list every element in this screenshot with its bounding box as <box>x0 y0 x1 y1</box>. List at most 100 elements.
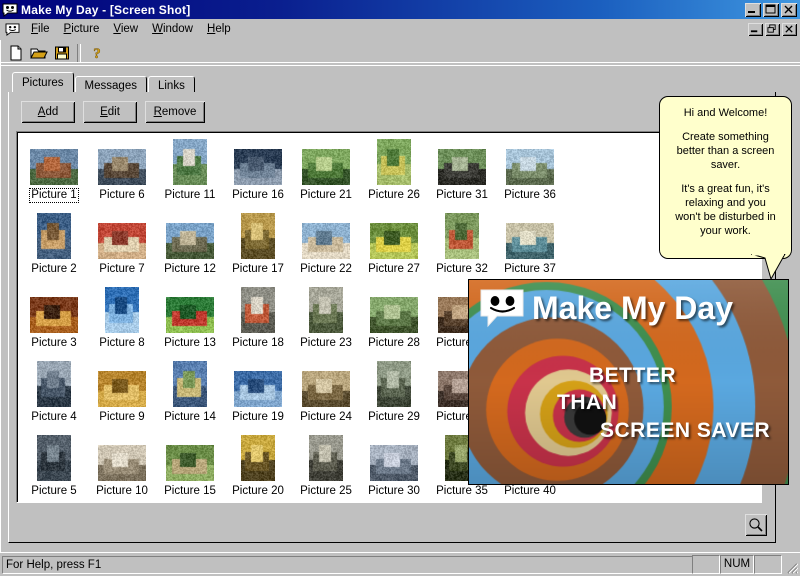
picture-item[interactable]: Picture 12 <box>157 211 223 276</box>
picture-caption: Picture 26 <box>368 189 420 201</box>
picture-item[interactable]: Picture 4 <box>21 359 87 424</box>
picture-item[interactable]: Picture 3 <box>21 285 87 350</box>
picture-item[interactable]: Picture 21 <box>293 137 359 202</box>
picture-caption: Picture 31 <box>436 189 488 201</box>
picture-item[interactable]: Picture 23 <box>293 285 359 350</box>
picture-caption: Picture 12 <box>164 263 216 275</box>
picture-item[interactable]: Picture 31 <box>429 137 495 202</box>
picture-thumbnail-holder <box>21 137 87 185</box>
picture-caption: Picture 19 <box>232 411 284 423</box>
picture-caption: Picture 21 <box>300 189 352 201</box>
menu-item-file[interactable]: File <box>24 21 57 37</box>
picture-item[interactable]: Picture 19 <box>225 359 291 424</box>
picture-item[interactable]: Picture 8 <box>89 285 155 350</box>
welcome-speech-bubble[interactable]: Hi and Welcome! Create something better th… <box>659 96 792 280</box>
picture-item[interactable]: Picture 5 <box>21 433 87 498</box>
picture-thumbnail <box>377 139 411 185</box>
splash-title: Make My Day <box>532 289 733 326</box>
picture-thumbnail <box>506 149 554 185</box>
close-button[interactable] <box>781 2 797 17</box>
picture-thumbnail <box>309 435 343 481</box>
picture-thumbnail-holder <box>361 433 427 481</box>
picture-thumbnail-holder <box>89 137 155 185</box>
edit-button[interactable]: Edit <box>83 101 137 123</box>
bubble-text-line: won't be disturbed in <box>675 211 776 223</box>
make-my-day-splash-image[interactable]: Make My Day BETTER THAN SCREEN SAVER <box>468 279 789 485</box>
magnifier-icon[interactable] <box>745 514 767 536</box>
picture-thumbnail <box>309 287 343 333</box>
bubble-text-line: saver. <box>710 159 741 171</box>
picture-caption: Picture 18 <box>232 337 284 349</box>
picture-item[interactable]: Picture 22 <box>293 211 359 276</box>
mdi-restore-button[interactable] <box>765 22 780 36</box>
picture-item[interactable]: Picture 6 <box>89 137 155 202</box>
picture-item[interactable]: Picture 16 <box>225 137 291 202</box>
question-mark-help-icon[interactable]: ? <box>85 41 108 64</box>
picture-caption: Picture 2 <box>31 263 77 275</box>
picture-item[interactable]: Picture 15 <box>157 433 223 498</box>
bubble-text-line: relaxing and you <box>685 197 766 209</box>
picture-caption: Picture 36 <box>504 189 556 201</box>
picture-thumbnail <box>30 297 78 333</box>
floppy-disk-save-icon[interactable] <box>50 41 73 64</box>
menu-item-help[interactable]: Help <box>200 21 238 37</box>
title-bar: Make My Day - [Screen Shot] <box>0 0 800 19</box>
picture-item[interactable]: Picture 36 <box>497 137 563 202</box>
picture-item[interactable]: Picture 2 <box>21 211 87 276</box>
picture-thumbnail <box>370 445 418 481</box>
picture-caption: Picture 32 <box>436 263 488 275</box>
picture-caption: Picture 9 <box>99 411 145 423</box>
picture-thumbnail-holder <box>293 211 359 259</box>
picture-item[interactable]: Picture 9 <box>89 359 155 424</box>
picture-item[interactable]: Picture 14 <box>157 359 223 424</box>
picture-item[interactable]: Picture 37 <box>497 211 563 276</box>
new-document-icon[interactable] <box>4 41 27 64</box>
open-folder-icon[interactable] <box>27 41 50 64</box>
picture-item[interactable]: Picture 24 <box>293 359 359 424</box>
picture-item[interactable]: Picture 10 <box>89 433 155 498</box>
menu-item-window[interactable]: Window <box>145 21 200 37</box>
picture-item[interactable]: Picture 11 <box>157 137 223 202</box>
picture-thumbnail-holder <box>497 211 563 259</box>
picture-thumbnail-holder <box>225 359 291 407</box>
picture-thumbnail <box>166 445 214 481</box>
maximize-button[interactable] <box>763 2 779 17</box>
picture-item[interactable]: Picture 32 <box>429 211 495 276</box>
picture-thumbnail-holder <box>89 359 155 407</box>
picture-item[interactable]: Picture 29 <box>361 359 427 424</box>
picture-thumbnail-holder <box>225 433 291 481</box>
picture-thumbnail <box>37 213 71 259</box>
picture-thumbnail <box>173 361 207 407</box>
toolbar-separator <box>77 43 81 62</box>
picture-thumbnail-holder <box>361 359 427 407</box>
picture-item[interactable]: Picture 30 <box>361 433 427 498</box>
add-button[interactable]: Add <box>21 101 75 123</box>
mdi-document-smiley-icon[interactable] <box>5 22 20 36</box>
bubble-text-line: Hi and Welcome! <box>683 107 768 119</box>
mdi-close-button[interactable] <box>782 22 797 36</box>
picture-item[interactable]: Picture 27 <box>361 211 427 276</box>
resize-grip[interactable] <box>783 559 798 574</box>
minimize-button[interactable] <box>745 2 761 17</box>
picture-item[interactable]: Picture 26 <box>361 137 427 202</box>
picture-item[interactable]: Picture 25 <box>293 433 359 498</box>
remove-button[interactable]: Remove <box>145 101 205 123</box>
menu-item-view[interactable]: View <box>106 21 145 37</box>
picture-item[interactable]: Picture 17 <box>225 211 291 276</box>
picture-item[interactable]: Picture 13 <box>157 285 223 350</box>
picture-item[interactable]: Picture 28 <box>361 285 427 350</box>
picture-item[interactable]: Picture 18 <box>225 285 291 350</box>
picture-thumbnail-holder <box>21 359 87 407</box>
picture-item[interactable]: Picture 20 <box>225 433 291 498</box>
smiley-speech-bubble-icon <box>2 3 18 17</box>
picture-item[interactable]: Picture 1 <box>21 137 87 203</box>
picture-thumbnail <box>438 149 486 185</box>
menu-item-picture[interactable]: Picture <box>57 21 107 37</box>
picture-thumbnail <box>241 213 275 259</box>
tab-pictures[interactable]: Pictures <box>12 72 74 92</box>
mdi-minimize-button[interactable] <box>748 22 763 36</box>
picture-item[interactable]: Picture 7 <box>89 211 155 276</box>
picture-thumbnail <box>302 371 350 407</box>
picture-thumbnail <box>445 213 479 259</box>
picture-thumbnail-holder <box>89 211 155 259</box>
